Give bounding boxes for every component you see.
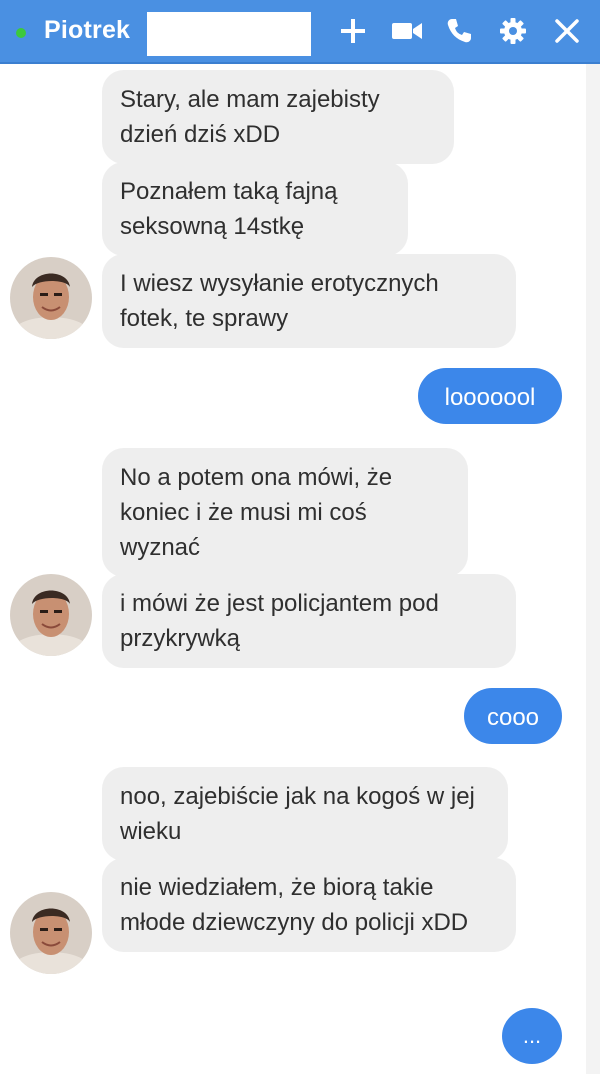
plus-icon[interactable] — [336, 14, 370, 48]
contact-name[interactable]: Piotrek — [44, 16, 130, 45]
phone-icon[interactable] — [442, 14, 476, 48]
contact-avatar[interactable] — [10, 892, 92, 974]
message-bubble-outgoing: cooo — [464, 688, 562, 744]
contact-avatar[interactable] — [10, 257, 92, 339]
message-bubble-incoming: i mówi że jest policjantem pod przykrywk… — [102, 574, 516, 668]
close-icon[interactable] — [550, 14, 584, 48]
message-bubble-incoming: noo, zajebiście jak na kogoś w jej wieku — [102, 767, 508, 861]
video-camera-icon[interactable] — [390, 14, 424, 48]
message-bubble-incoming: nie wiedziałem, że biorą takie młode dzi… — [102, 858, 516, 952]
message-bubble-incoming: I wiesz wysyłanie erotycznych fotek, te … — [102, 254, 516, 348]
message-bubble-incoming: Poznałem taką fajną seksowną 14stkę — [102, 162, 408, 256]
chat-window: Piotrek Stary, ale mam zajebisty dzień d… — [0, 0, 600, 1074]
redacted-surname — [147, 12, 311, 56]
gear-icon[interactable] — [496, 14, 530, 48]
chat-header: Piotrek — [0, 0, 600, 64]
typing-indicator: ... — [502, 1008, 562, 1064]
message-bubble-incoming: No a potem ona mówi, że koniec i że musi… — [102, 448, 468, 577]
message-bubble-incoming: Stary, ale mam zajebisty dzień dziś xDD — [102, 70, 454, 164]
message-bubble-outgoing: looooool — [418, 368, 562, 424]
online-status-indicator — [16, 28, 26, 38]
contact-avatar[interactable] — [10, 574, 92, 656]
scrollbar[interactable] — [586, 64, 600, 1074]
